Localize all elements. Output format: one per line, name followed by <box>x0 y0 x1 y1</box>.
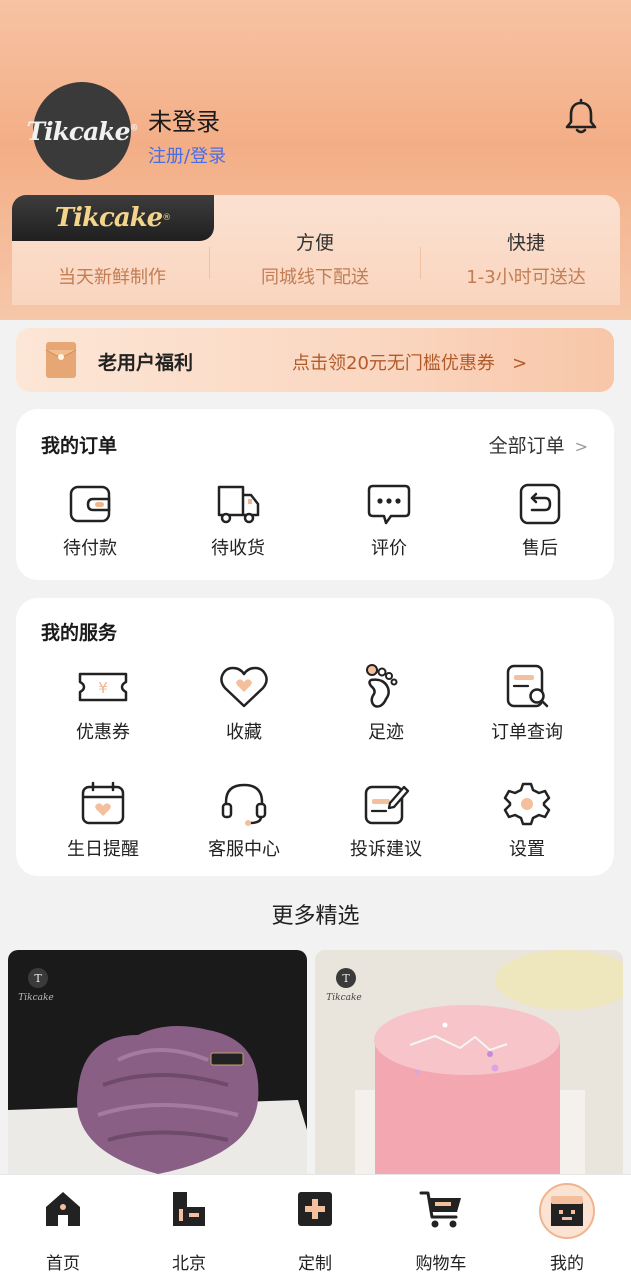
coupon-icon: ¥ <box>78 672 128 702</box>
feedback-edit-icon <box>364 785 410 825</box>
feature-subtitle: 当天新鲜制作 <box>58 267 166 288</box>
order-review[interactable]: 评价 <box>329 482 449 560</box>
avatar-logo: Tikcake® <box>26 116 138 146</box>
plus-box-icon <box>298 1192 332 1226</box>
service-birthday-reminder-label: 生日提醒 <box>67 839 139 860</box>
card-title: 我的订单 <box>41 435 118 457</box>
order-pending-receipt[interactable]: 待收货 <box>178 482 298 560</box>
service-coupon-label: 优惠券 <box>76 722 130 743</box>
svg-text:¥: ¥ <box>98 679 108 697</box>
order-pending-receipt-label: 待收货 <box>211 538 265 559</box>
feature-title: 方便 <box>295 232 334 254</box>
service-coupon[interactable]: ¥ 优惠券 <box>43 664 163 744</box>
tab-cart-label: 购物车 <box>415 1254 467 1274</box>
register-login-link[interactable]: 注册/登录 <box>148 142 226 168</box>
wallet-icon <box>69 485 111 523</box>
red-envelope-icon <box>45 342 77 378</box>
purple-rose-heart-cake-image: T Tikcake <box>8 950 307 1174</box>
service-order-query-label: 订单查询 <box>491 722 563 743</box>
service-footprint[interactable]: 足迹 <box>326 664 446 744</box>
tab-home[interactable]: 首页 <box>0 1175 126 1280</box>
return-icon <box>519 483 561 525</box>
bell-icon[interactable] <box>562 98 600 136</box>
service-favorites-label: 收藏 <box>226 722 262 743</box>
delivery-truck-icon <box>217 485 260 524</box>
service-feedback[interactable]: 投诉建议 <box>326 781 446 861</box>
my-services-card: 我的服务 ¥ 优惠券 收藏 足迹 订单查询 生日提醒 客服中心 投诉建议 设置 <box>16 598 614 876</box>
pink-constellation-cake-image: T Tikcake <box>315 950 623 1174</box>
tab-mine-label: 我的 <box>550 1254 584 1274</box>
heart-icon <box>220 666 268 708</box>
order-pending-payment-label: 待付款 <box>63 538 117 559</box>
order-pending-payment[interactable]: 待付款 <box>30 482 150 560</box>
home-icon <box>46 1192 80 1226</box>
service-customer-center-label: 客服中心 <box>208 839 280 860</box>
divider <box>420 247 421 279</box>
service-order-query[interactable]: 订单查询 <box>467 664 587 744</box>
footprint-icon <box>366 664 398 708</box>
service-feedback-label: 投诉建议 <box>350 839 422 860</box>
profile-box-icon <box>539 1183 595 1239</box>
tab-customize[interactable]: 定制 <box>252 1175 378 1280</box>
svg-text:Tikcake: Tikcake <box>18 993 54 1003</box>
divider <box>209 247 210 279</box>
tab-city[interactable]: 北京 <box>126 1175 252 1280</box>
product-card-purple-cake[interactable]: T Tikcake <box>8 950 307 1174</box>
service-customer-center[interactable]: 客服中心 <box>184 781 304 861</box>
avatar[interactable]: Tikcake® <box>26 82 139 180</box>
feature-bar: Tikcake ® 当天新鲜制作 方便 同城线下配送 快捷 1-3小时可送达 <box>12 195 620 305</box>
service-settings[interactable]: 设置 <box>467 781 587 861</box>
card-title: 我的服务 <box>41 622 118 644</box>
comment-icon <box>367 484 411 525</box>
order-after-sales[interactable]: 售后 <box>480 482 600 560</box>
tab-customize-label: 定制 <box>298 1254 332 1274</box>
city-icon <box>173 1192 205 1226</box>
service-favorites[interactable]: 收藏 <box>184 664 304 744</box>
tab-cart[interactable]: 购物车 <box>378 1175 504 1280</box>
feature-subtitle: 1-3小时可送达 <box>466 267 586 288</box>
all-orders-link[interactable]: 全部订单 > <box>489 431 588 458</box>
svg-text:T: T <box>34 972 42 985</box>
order-after-sales-label: 售后 <box>522 538 558 559</box>
welfare-title: 老用户福利 <box>98 352 194 374</box>
tab-home-label: 首页 <box>46 1254 80 1274</box>
tab-city-label: 北京 <box>172 1254 206 1274</box>
headset-icon <box>221 783 267 826</box>
service-footprint-label: 足迹 <box>368 722 404 743</box>
profile-header: Tikcake® 未登录 注册/登录 Tikcake ® 当天新鲜制作 方便 同城… <box>0 0 631 320</box>
bottom-tab-bar: 首页 北京 定制 购物车 我的 <box>0 1174 631 1280</box>
order-search-icon <box>506 664 549 708</box>
birthday-calendar-icon <box>81 781 125 825</box>
feature-convenient: 方便 同城线下配送 <box>215 195 415 305</box>
coupon-promo-link[interactable]: 点击领20元无门槛优惠券 > <box>292 349 527 375</box>
svg-text:Tikcake: Tikcake <box>326 993 362 1003</box>
login-status: 未登录 <box>148 108 220 136</box>
gear-icon <box>503 782 551 826</box>
more-picks-title: 更多精选 <box>271 904 360 929</box>
service-settings-label: 设置 <box>509 839 545 860</box>
svg-text:T: T <box>342 972 350 985</box>
feature-title: 快捷 <box>506 232 545 254</box>
product-card-pink-cake[interactable]: T Tikcake <box>315 950 623 1174</box>
feature-subtitle: 同城线下配送 <box>261 267 369 288</box>
feature-fast: 快捷 1-3小时可送达 <box>426 195 626 305</box>
old-user-welfare-banner[interactable]: 老用户福利 点击领20元无门槛优惠券 > <box>16 328 614 392</box>
order-review-label: 评价 <box>371 538 407 559</box>
my-orders-card: 我的订单 全部订单 > 待付款 待收货 评价 售后 <box>16 409 614 580</box>
service-birthday-reminder[interactable]: 生日提醒 <box>43 781 163 861</box>
cart-icon <box>419 1191 461 1228</box>
tab-mine[interactable]: 我的 <box>504 1175 630 1280</box>
feature-fresh: 当天新鲜制作 <box>12 195 212 305</box>
